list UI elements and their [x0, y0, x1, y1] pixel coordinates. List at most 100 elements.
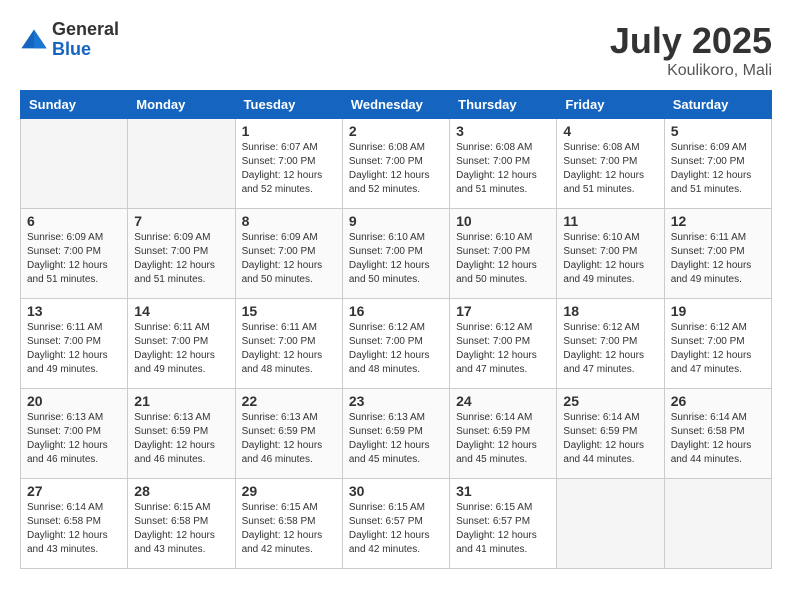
day-info: Sunrise: 6:14 AMSunset: 6:58 PMDaylight:… — [27, 501, 121, 557]
calendar-cell: 6 Sunrise: 6:09 AMSunset: 7:00 PMDaylight… — [21, 209, 128, 299]
day-number: 28 — [134, 483, 228, 499]
calendar-cell: 22Sunrise: 6:13 AMSunset: 6:59 PMDayligh… — [235, 389, 342, 479]
calendar-cell: 10 Sunrise: 6:10 AMSunset: 7:00 PMDayligh… — [450, 209, 557, 299]
calendar-cell — [557, 479, 664, 569]
day-info: Sunrise: 6:12 AMSunset: 7:00 PMDaylight:… — [563, 321, 657, 377]
day-info: Sunrise: 6:14 AMSunset: 6:59 PMDaylight:… — [456, 411, 550, 467]
day-number: 5 — [671, 123, 765, 139]
day-info: Sunrise: 6:14 AMSunset: 6:59 PMDaylight:… — [563, 411, 657, 467]
day-number: 16 — [349, 303, 443, 319]
day-number: 11 — [563, 213, 657, 229]
day-number: 22 — [242, 393, 336, 409]
calendar-cell: 8Sunrise: 6:09 AMSunset: 7:00 PMDaylight… — [235, 209, 342, 299]
calendar-cell: 12Sunrise: 6:11 AMSunset: 7:00 PMDayligh… — [664, 209, 771, 299]
calendar-cell: 7 Sunrise: 6:09 AMSunset: 7:00 PMDaylight… — [128, 209, 235, 299]
day-number: 1 — [242, 123, 336, 139]
calendar-cell — [128, 119, 235, 209]
day-info: Sunrise: 6:07 AMSunset: 7:00 PMDaylight:… — [242, 141, 336, 197]
day-info: Sunrise: 6:08 AMSunset: 7:00 PMDaylight:… — [349, 141, 443, 197]
calendar-cell: 23 Sunrise: 6:13 AMSunset: 6:59 PMDayligh… — [342, 389, 449, 479]
calendar-cell: 11 Sunrise: 6:10 AMSunset: 7:00 PMDayligh… — [557, 209, 664, 299]
location: Koulikoro, Mali — [610, 62, 772, 80]
calendar-cell: 30 Sunrise: 6:15 AMSunset: 6:57 PMDayligh… — [342, 479, 449, 569]
calendar-cell: 21Sunrise: 6:13 AMSunset: 6:59 PMDayligh… — [128, 389, 235, 479]
calendar-cell: 28Sunrise: 6:15 AMSunset: 6:58 PMDayligh… — [128, 479, 235, 569]
calendar-cell: 3 Sunrise: 6:08 AMSunset: 7:00 PMDaylight… — [450, 119, 557, 209]
day-info: Sunrise: 6:11 AMSunset: 7:00 PMDaylight:… — [134, 321, 228, 377]
calendar-cell: 13 Sunrise: 6:11 AMSunset: 7:00 PMDayligh… — [21, 299, 128, 389]
week-row-3: 13 Sunrise: 6:11 AMSunset: 7:00 PMDayligh… — [21, 299, 772, 389]
day-info: Sunrise: 6:11 AMSunset: 7:00 PMDaylight:… — [242, 321, 336, 377]
day-number: 4 — [563, 123, 657, 139]
calendar-cell: 5Sunrise: 6:09 AMSunset: 7:00 PMDaylight… — [664, 119, 771, 209]
day-number: 2 — [349, 123, 443, 139]
day-info: Sunrise: 6:13 AMSunset: 6:59 PMDaylight:… — [134, 411, 228, 467]
logo-general-text: General — [52, 19, 119, 39]
day-number: 13 — [27, 303, 121, 319]
logo-icon — [20, 26, 48, 54]
calendar-cell: 9 Sunrise: 6:10 AMSunset: 7:00 PMDaylight… — [342, 209, 449, 299]
calendar-cell: 19Sunrise: 6:12 AMSunset: 7:00 PMDayligh… — [664, 299, 771, 389]
weekday-header-monday: Monday — [128, 91, 235, 119]
day-number: 19 — [671, 303, 765, 319]
day-number: 10 — [456, 213, 550, 229]
day-number: 7 — [134, 213, 228, 229]
month-year: July 2025 — [610, 20, 772, 62]
calendar-cell: 1 Sunrise: 6:07 AMSunset: 7:00 PMDaylight… — [235, 119, 342, 209]
day-info: Sunrise: 6:10 AMSunset: 7:00 PMDaylight:… — [563, 231, 657, 287]
day-number: 12 — [671, 213, 765, 229]
day-number: 24 — [456, 393, 550, 409]
weekday-header-sunday: Sunday — [21, 91, 128, 119]
page-header: General Blue July 2025 Koulikoro, Mali — [20, 20, 772, 80]
weekday-header-tuesday: Tuesday — [235, 91, 342, 119]
day-number: 31 — [456, 483, 550, 499]
day-number: 26 — [671, 393, 765, 409]
day-number: 27 — [27, 483, 121, 499]
day-info: Sunrise: 6:14 AMSunset: 6:58 PMDaylight:… — [671, 411, 765, 467]
weekday-header-row: SundayMondayTuesdayWednesdayThursdayFrid… — [21, 91, 772, 119]
calendar-cell: 17Sunrise: 6:12 AMSunset: 7:00 PMDayligh… — [450, 299, 557, 389]
day-info: Sunrise: 6:12 AMSunset: 7:00 PMDaylight:… — [349, 321, 443, 377]
day-number: 14 — [134, 303, 228, 319]
day-info: Sunrise: 6:08 AMSunset: 7:00 PMDaylight:… — [456, 141, 550, 197]
weekday-header-friday: Friday — [557, 91, 664, 119]
day-info: Sunrise: 6:13 AMSunset: 6:59 PMDaylight:… — [349, 411, 443, 467]
day-number: 8 — [242, 213, 336, 229]
day-info: Sunrise: 6:11 AMSunset: 7:00 PMDaylight:… — [27, 321, 121, 377]
calendar-cell — [21, 119, 128, 209]
week-row-2: 6 Sunrise: 6:09 AMSunset: 7:00 PMDaylight… — [21, 209, 772, 299]
calendar-cell: 29Sunrise: 6:15 AMSunset: 6:58 PMDayligh… — [235, 479, 342, 569]
day-number: 9 — [349, 213, 443, 229]
calendar-cell: 4 Sunrise: 6:08 AMSunset: 7:00 PMDaylight… — [557, 119, 664, 209]
calendar-cell — [664, 479, 771, 569]
day-number: 3 — [456, 123, 550, 139]
weekday-header-wednesday: Wednesday — [342, 91, 449, 119]
day-info: Sunrise: 6:15 AMSunset: 6:58 PMDaylight:… — [242, 501, 336, 557]
calendar-cell: 18 Sunrise: 6:12 AMSunset: 7:00 PMDayligh… — [557, 299, 664, 389]
day-number: 30 — [349, 483, 443, 499]
day-info: Sunrise: 6:09 AMSunset: 7:00 PMDaylight:… — [134, 231, 228, 287]
day-info: Sunrise: 6:09 AMSunset: 7:00 PMDaylight:… — [27, 231, 121, 287]
calendar-cell: 2 Sunrise: 6:08 AMSunset: 7:00 PMDaylight… — [342, 119, 449, 209]
week-row-4: 20Sunrise: 6:13 AMSunset: 7:00 PMDayligh… — [21, 389, 772, 479]
title-block: July 2025 Koulikoro, Mali — [610, 20, 772, 80]
calendar-cell: 31Sunrise: 6:15 AMSunset: 6:57 PMDayligh… — [450, 479, 557, 569]
day-info: Sunrise: 6:10 AMSunset: 7:00 PMDaylight:… — [349, 231, 443, 287]
weekday-header-saturday: Saturday — [664, 91, 771, 119]
day-number: 18 — [563, 303, 657, 319]
day-info: Sunrise: 6:08 AMSunset: 7:00 PMDaylight:… — [563, 141, 657, 197]
day-info: Sunrise: 6:13 AMSunset: 7:00 PMDaylight:… — [27, 411, 121, 467]
day-info: Sunrise: 6:15 AMSunset: 6:57 PMDaylight:… — [349, 501, 443, 557]
day-number: 6 — [27, 213, 121, 229]
calendar-cell: 24 Sunrise: 6:14 AMSunset: 6:59 PMDayligh… — [450, 389, 557, 479]
calendar-cell: 20Sunrise: 6:13 AMSunset: 7:00 PMDayligh… — [21, 389, 128, 479]
day-number: 15 — [242, 303, 336, 319]
day-number: 17 — [456, 303, 550, 319]
calendar-cell: 26 Sunrise: 6:14 AMSunset: 6:58 PMDayligh… — [664, 389, 771, 479]
day-info: Sunrise: 6:10 AMSunset: 7:00 PMDaylight:… — [456, 231, 550, 287]
week-row-5: 27 Sunrise: 6:14 AMSunset: 6:58 PMDayligh… — [21, 479, 772, 569]
day-number: 25 — [563, 393, 657, 409]
calendar-cell: 14 Sunrise: 6:11 AMSunset: 7:00 PMDayligh… — [128, 299, 235, 389]
calendar-cell: 25 Sunrise: 6:14 AMSunset: 6:59 PMDayligh… — [557, 389, 664, 479]
day-number: 23 — [349, 393, 443, 409]
